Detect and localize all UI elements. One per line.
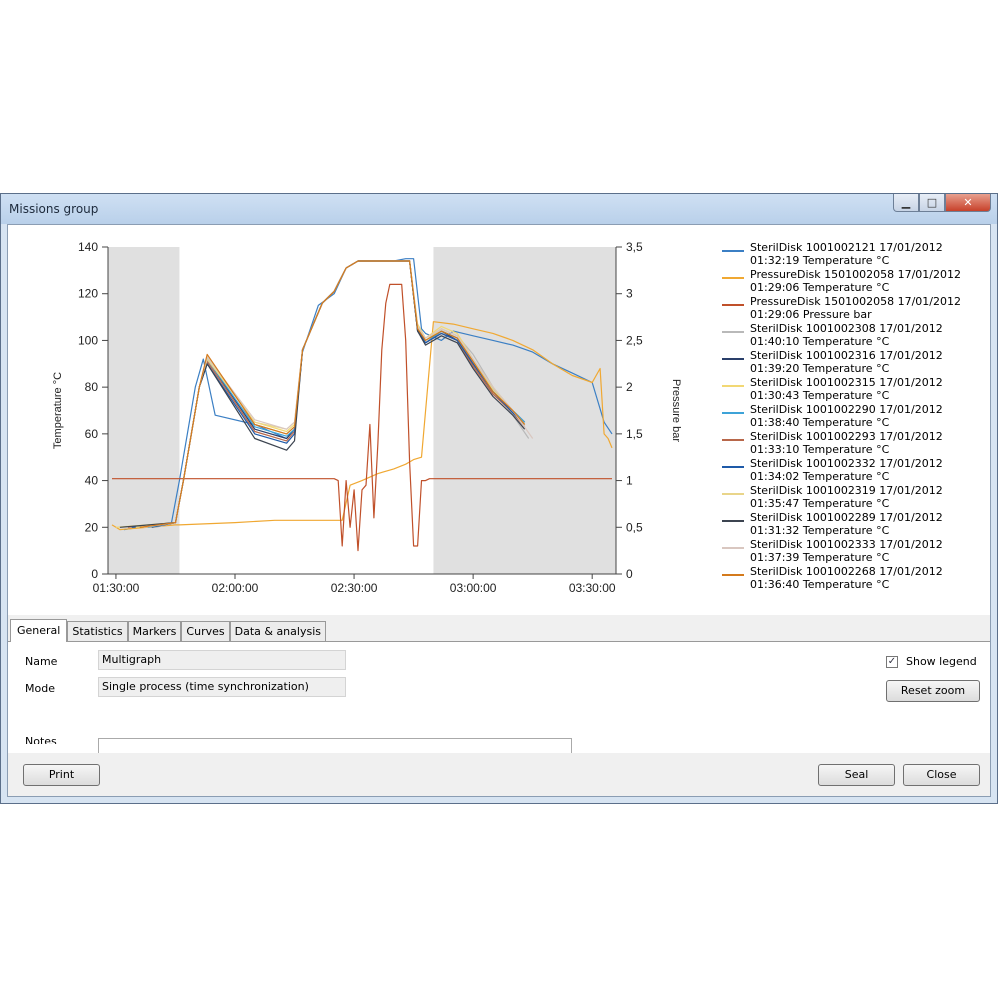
legend-swatch bbox=[722, 466, 744, 468]
dialog-footer: Print Seal Close bbox=[8, 753, 990, 796]
x-tick-label: 02:30:00 bbox=[331, 581, 378, 595]
notes-label: Notes bbox=[25, 735, 57, 744]
legend-item[interactable]: PressureDisk 1501002058 17/01/2012 01:29:… bbox=[722, 295, 984, 322]
legend-swatch bbox=[722, 439, 744, 441]
shaded-region-1 bbox=[433, 247, 616, 574]
legend-item[interactable]: SterilDisk 1001002268 17/01/2012 01:36:40… bbox=[722, 565, 984, 592]
tab-data-analysis[interactable]: Data & analysis bbox=[229, 621, 326, 641]
legend-swatch bbox=[722, 358, 744, 360]
legend-swatch bbox=[722, 277, 744, 279]
title-bar[interactable]: Missions group ▁ □ ✕ bbox=[1, 194, 997, 224]
y-tick-label: 140 bbox=[78, 240, 98, 254]
y2-tick-label: 1,5 bbox=[626, 427, 643, 441]
tab-strip: General Statistics Markers Curves Data &… bbox=[10, 619, 326, 642]
name-field[interactable]: Multigraph bbox=[98, 650, 346, 670]
legend-item[interactable]: PressureDisk 1501002058 17/01/2012 01:29:… bbox=[722, 268, 984, 295]
show-legend-label: Show legend bbox=[906, 655, 977, 668]
close-icon[interactable]: ✕ bbox=[945, 194, 991, 212]
mode-field[interactable]: Single process (time synchronization) bbox=[98, 677, 346, 697]
legend-label: SterilDisk 1001002268 17/01/2012 01:36:40… bbox=[750, 565, 943, 591]
tab-markers[interactable]: Markers bbox=[127, 621, 182, 641]
legend-item[interactable]: SterilDisk 1001002319 17/01/2012 01:35:47… bbox=[722, 484, 984, 511]
y2-axis-label: Pressure bar bbox=[670, 379, 682, 442]
chart-legend: SterilDisk 1001002121 17/01/2012 01:32:19… bbox=[722, 241, 984, 592]
multigraph-chart[interactable]: 0 20 40 60 80 100 120 140 0 0,5 1 1,5 2 2,5 3 3,5 01:30:… bbox=[8, 225, 720, 615]
legend-swatch bbox=[722, 250, 744, 252]
legend-label: SterilDisk 1001002316 17/01/2012 01:39:20… bbox=[750, 349, 943, 375]
window-controls: ▁ □ ✕ bbox=[893, 194, 991, 214]
print-button[interactable]: Print bbox=[23, 764, 100, 786]
y2-tick-label: 2 bbox=[626, 380, 633, 394]
legend-label: SterilDisk 1001002332 17/01/2012 01:34:02… bbox=[750, 457, 943, 483]
x-tick-label: 02:00:00 bbox=[212, 581, 259, 595]
reset-zoom-button[interactable]: Reset zoom bbox=[886, 680, 980, 702]
legend-swatch bbox=[722, 520, 744, 522]
legend-item[interactable]: SterilDisk 1001002315 17/01/2012 01:30:43… bbox=[722, 376, 984, 403]
y-tick-label: 20 bbox=[85, 520, 99, 534]
legend-item[interactable]: SterilDisk 1001002290 17/01/2012 01:38:40… bbox=[722, 403, 984, 430]
general-panel: Name Multigraph Mode Single process (tim… bbox=[8, 641, 990, 758]
x-tick-label: 03:30:00 bbox=[569, 581, 616, 595]
x-tick-label: 03:00:00 bbox=[450, 581, 497, 595]
y2-tick-label: 2,5 bbox=[626, 333, 643, 347]
legend-item[interactable]: SterilDisk 1001002293 17/01/2012 01:33:10… bbox=[722, 430, 984, 457]
legend-swatch bbox=[722, 304, 744, 306]
legend-label: SterilDisk 1001002121 17/01/2012 01:32:19… bbox=[750, 241, 943, 267]
window-title: Missions group bbox=[9, 202, 99, 216]
legend-label: SterilDisk 1001002289 17/01/2012 01:31:32… bbox=[750, 511, 943, 537]
legend-item[interactable]: SterilDisk 1001002332 17/01/2012 01:34:02… bbox=[722, 457, 984, 484]
mode-label: Mode bbox=[25, 682, 55, 695]
legend-label: SterilDisk 1001002333 17/01/2012 01:37:39… bbox=[750, 538, 943, 564]
legend-item[interactable]: SterilDisk 1001002316 17/01/2012 01:39:20… bbox=[722, 349, 984, 376]
legend-label: SterilDisk 1001002319 17/01/2012 01:35:47… bbox=[750, 484, 943, 510]
name-label: Name bbox=[25, 655, 58, 668]
maximize-icon[interactable]: □ bbox=[919, 194, 945, 212]
y2-tick-label: 3 bbox=[626, 287, 633, 301]
y2-tick-label: 0,5 bbox=[626, 520, 643, 534]
legend-label: SterilDisk 1001002290 17/01/2012 01:38:40… bbox=[750, 403, 943, 429]
legend-swatch bbox=[722, 574, 744, 576]
y-tick-label: 40 bbox=[85, 474, 99, 488]
tab-curves[interactable]: Curves bbox=[181, 621, 230, 641]
y2-tick-label: 1 bbox=[626, 474, 633, 488]
y-tick-label: 0 bbox=[91, 567, 98, 581]
y-tick-label: 60 bbox=[85, 427, 99, 441]
legend-label: PressureDisk 1501002058 17/01/2012 01:29:… bbox=[750, 268, 961, 294]
legend-swatch bbox=[722, 412, 744, 414]
legend-item[interactable]: SterilDisk 1001002308 17/01/2012 01:40:10… bbox=[722, 322, 984, 349]
seal-button[interactable]: Seal bbox=[818, 764, 895, 786]
y-tick-label: 100 bbox=[78, 333, 98, 347]
legend-swatch bbox=[722, 385, 744, 387]
legend-label: SterilDisk 1001002315 17/01/2012 01:30:43… bbox=[750, 376, 943, 402]
checkmark-icon: ✓ bbox=[887, 656, 897, 667]
tab-statistics[interactable]: Statistics bbox=[67, 621, 128, 641]
legend-label: PressureDisk 1501002058 17/01/2012 01:29:… bbox=[750, 295, 961, 321]
y-tick-label: 120 bbox=[78, 287, 98, 301]
missions-group-window: Missions group ▁ □ ✕ 0 20 40 60 80 100 120 140 0… bbox=[0, 193, 998, 804]
x-tick-label: 01:30:00 bbox=[93, 581, 140, 595]
y2-tick-label: 3,5 bbox=[626, 240, 643, 254]
legend-item[interactable]: SterilDisk 1001002289 17/01/2012 01:31:32… bbox=[722, 511, 984, 538]
tab-general[interactable]: General bbox=[10, 619, 68, 642]
legend-label: SterilDisk 1001002293 17/01/2012 01:33:10… bbox=[750, 430, 943, 456]
legend-swatch bbox=[722, 493, 744, 495]
close-button[interactable]: Close bbox=[903, 764, 980, 786]
y-axis-label: Temperature °C bbox=[52, 372, 64, 449]
minimize-icon[interactable]: ▁ bbox=[893, 194, 919, 212]
y2-tick-label: 0 bbox=[626, 567, 633, 581]
legend-item[interactable]: SterilDisk 1001002333 17/01/2012 01:37:39… bbox=[722, 538, 984, 565]
legend-label: SterilDisk 1001002308 17/01/2012 01:40:10… bbox=[750, 322, 943, 348]
show-legend-checkbox[interactable]: ✓ bbox=[886, 656, 898, 668]
chart-pane: 0 20 40 60 80 100 120 140 0 0,5 1 1,5 2 2,5 3 3,5 01:30:… bbox=[8, 225, 990, 615]
legend-swatch bbox=[722, 547, 744, 549]
legend-swatch bbox=[722, 331, 744, 333]
dialog-client-area: 0 20 40 60 80 100 120 140 0 0,5 1 1,5 2 2,5 3 3,5 01:30:… bbox=[7, 224, 991, 797]
y-tick-label: 80 bbox=[85, 380, 99, 394]
legend-item[interactable]: SterilDisk 1001002121 17/01/2012 01:32:19… bbox=[722, 241, 984, 268]
